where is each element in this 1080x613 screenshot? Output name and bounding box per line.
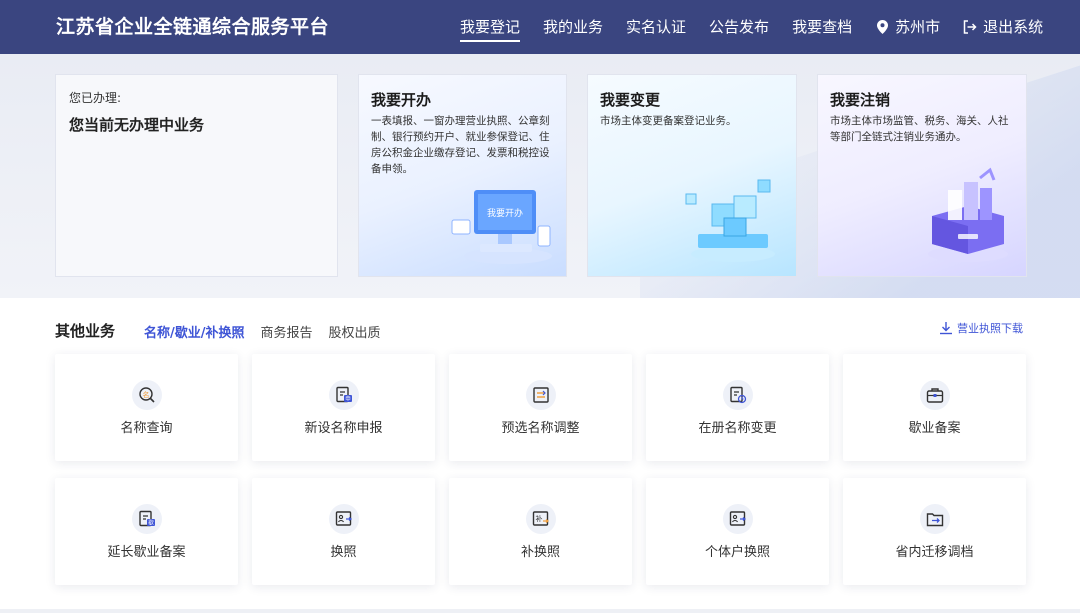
main-nav: 我要登记 我的业务 实名认证 公告发布 我要查档 苏州市 退出系统: [460, 0, 1066, 54]
doc-apply-icon: 申: [328, 380, 359, 410]
logout-label: 退出系统: [983, 18, 1044, 36]
license-download-link[interactable]: 营业执照下载: [939, 320, 1023, 336]
box-illustration-icon: [918, 166, 1018, 270]
logout-icon: [963, 19, 977, 35]
card-cancel-desc: 市场主体市场监管、税务、海关、人社等部门全链式注销业务通办。: [830, 115, 1009, 143]
tile-new-name-apply[interactable]: 申 新设名称申报: [252, 354, 435, 461]
cubes-illustration-icon: [678, 174, 788, 270]
card-change-title: 我要变更: [600, 91, 661, 109]
other-business-section: 其他业务 名称/歇业/补换照 商务报告 股权出质 营业执照下载 名 名称查询 申…: [0, 298, 1080, 613]
download-icon: [939, 321, 953, 335]
current-business-panel: 您已办理: 您当前无办理中业务: [55, 74, 338, 277]
nav-my-business[interactable]: 我的业务: [543, 0, 603, 54]
individual-license-icon: [722, 504, 753, 534]
svg-text:名: 名: [142, 390, 149, 399]
tile-label: 新设名称申报: [304, 421, 383, 436]
logout-button[interactable]: 退出系统: [963, 0, 1043, 54]
nav-announcement[interactable]: 公告发布: [709, 0, 769, 54]
city-label: 苏州市: [895, 18, 941, 36]
tile-registered-name-change[interactable]: 在册名称变更: [646, 354, 829, 461]
handled-label: 您已办理:: [69, 91, 122, 105]
svg-text:申: 申: [345, 395, 351, 403]
card-change-desc: 市场主体变更备案登记业务。: [600, 115, 737, 127]
tile-label: 预选名称调整: [501, 421, 580, 436]
other-business-title: 其他业务: [55, 322, 116, 340]
nav-realname-auth[interactable]: 实名认证: [626, 0, 686, 54]
tab-commerce-report[interactable]: 商务报告: [261, 322, 313, 341]
city-selector[interactable]: 苏州市: [875, 0, 940, 54]
doc-extend-icon: 歇: [131, 504, 162, 534]
card-open-title: 我要开办: [371, 91, 432, 109]
tab-name-suspend-license[interactable]: 名称/歇业/补换照: [144, 322, 245, 341]
nav-archive-query[interactable]: 我要查档: [792, 0, 852, 54]
doc-change-icon: [722, 380, 753, 410]
bottom-divider: [0, 609, 1080, 613]
no-business-text: 您当前无办理中业务: [69, 116, 205, 134]
other-business-tabs: 名称/歇业/补换照 商务报告 股权出质: [144, 322, 397, 341]
card-change-business[interactable]: 我要变更 市场主体变更备案登记业务。: [587, 74, 797, 277]
top-bar: 江苏省企业全链通综合服务平台 我要登记 我的业务 实名认证 公告发布 我要查档 …: [0, 0, 1080, 54]
svg-text:歇: 歇: [148, 519, 154, 527]
tile-label: 省内迁移调档: [895, 545, 974, 560]
license-reissue-icon: 补: [525, 504, 556, 534]
card-cancel-title: 我要注销: [830, 91, 891, 109]
svg-text:补: 补: [535, 514, 542, 523]
tile-province-transfer[interactable]: 省内迁移调档: [843, 478, 1026, 585]
card-cancel-business[interactable]: 我要注销 市场主体市场监管、税务、海关、人社等部门全链式注销业务通办。: [817, 74, 1027, 277]
tab-equity-pledge[interactable]: 股权出质: [329, 322, 381, 341]
tile-suspension-filing[interactable]: 歇业备案: [843, 354, 1026, 461]
briefcase-icon: [919, 380, 950, 410]
tile-label: 延长歇业备案: [107, 545, 186, 560]
folder-transfer-icon: [919, 504, 950, 534]
download-label: 营业执照下载: [957, 322, 1023, 335]
svg-text:我要开办: 我要开办: [487, 207, 523, 219]
license-swap-icon: [328, 504, 359, 534]
adjust-icon: [525, 380, 556, 410]
business-tile-grid: 名 名称查询 申 新设名称申报 预选名称调整 在册名称变更 歇业备案 歇 延长歇…: [55, 354, 1026, 586]
location-pin-icon: [875, 19, 889, 35]
tile-individual-license[interactable]: 个体户换照: [646, 478, 829, 585]
tile-name-query[interactable]: 名 名称查询: [55, 354, 238, 461]
tile-license-swap[interactable]: 换照: [252, 478, 435, 585]
tile-extend-suspension[interactable]: 歇 延长歇业备案: [55, 478, 238, 585]
tile-license-reissue[interactable]: 补 补换照: [449, 478, 632, 585]
hero-section: 您已办理: 您当前无办理中业务 我要开办 一表填报、一窗办理营业执照、公章刻制、…: [0, 54, 1080, 298]
tile-preselect-adjust[interactable]: 预选名称调整: [449, 354, 632, 461]
tile-label: 补换照: [520, 545, 560, 560]
search-name-icon: 名: [131, 380, 162, 410]
tile-label: 歇业备案: [908, 421, 961, 436]
tile-label: 换照: [330, 545, 357, 560]
tile-label: 个体户换照: [704, 545, 770, 560]
nav-register[interactable]: 我要登记: [460, 0, 521, 54]
card-open-business[interactable]: 我要开办 一表填报、一窗办理营业执照、公章刻制、银行预约开户、就业参保登记、住房…: [358, 74, 567, 277]
tile-label: 在册名称变更: [698, 421, 777, 436]
card-open-desc: 一表填报、一窗办理营业执照、公章刻制、银行预约开户、就业参保登记、住房公积金企业…: [371, 115, 550, 175]
platform-title: 江苏省企业全链通综合服务平台: [56, 16, 330, 38]
tile-label: 名称查询: [120, 421, 173, 436]
computer-illustration-icon: 我要开办: [448, 184, 558, 270]
